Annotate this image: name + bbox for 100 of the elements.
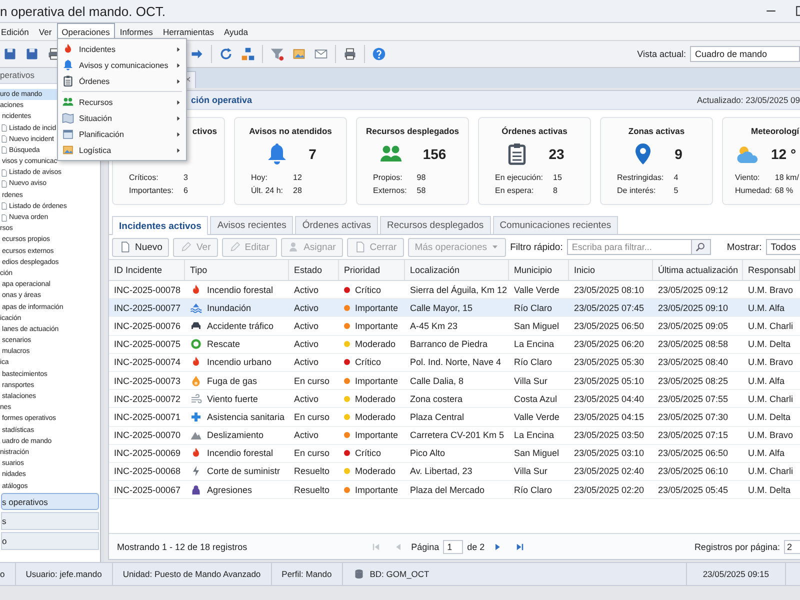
- tab[interactable]: Avisos recientes: [210, 216, 294, 234]
- table-cell-text: En curso: [293, 410, 331, 424]
- sidebar-section[interactable]: s: [1, 512, 99, 530]
- action-button[interactable]: Nuevo: [112, 238, 170, 256]
- tab[interactable]: Órdenes activas: [295, 216, 378, 234]
- menu-item[interactable]: Informes: [114, 23, 158, 40]
- filter-field[interactable]: Escriba para filtrar...: [566, 239, 691, 255]
- table-cell-text: INC-2025-00077: [113, 302, 182, 315]
- flame-drop-icon: [190, 374, 202, 387]
- table-cell-text: Barranco de Piedra: [409, 338, 489, 352]
- arrow-icon[interactable]: [190, 47, 204, 61]
- image-icon[interactable]: [292, 47, 306, 61]
- per-page-select[interactable]: 2: [784, 540, 800, 554]
- table-cell: Crítico: [355, 357, 382, 368]
- column-header[interactable]: Municipio: [509, 260, 569, 280]
- card-value: 156: [422, 146, 446, 162]
- mail-icon[interactable]: [314, 47, 328, 61]
- page-field[interactable]: 1: [443, 540, 464, 554]
- table-cell-text: 23/05/2025 08:25: [657, 374, 730, 388]
- table-row[interactable]: INC-2025-00069 Incendio forestal En curso Crítico Pico Alto San Miguel 23/05/2025 03:10 23/05/2025 06:50 U.M. Alfa: [109, 444, 800, 463]
- table-row[interactable]: INC-2025-00067 Agresiones Resuelto Importante Plaza del Mercado Río Claro 23/05/2025 02:20 23/05/2025 05:45 U.M. Delta: [109, 481, 800, 500]
- table-cell-text: 23/05/2025 07:55: [657, 392, 730, 406]
- column-header[interactable]: Inicio: [569, 260, 653, 280]
- printer-icon[interactable]: [343, 47, 357, 61]
- person-icon: [190, 484, 202, 496]
- table-cell-text: En curso: [293, 374, 331, 388]
- table-row[interactable]: INC-2025-00076 Accidente tráfico Activo Importante A-45 Km 23 San Miguel 23/05/2025 06:50 23/05/2025 09:05 U.M. Charli: [109, 317, 800, 336]
- menu-entry[interactable]: Logística: [58, 142, 186, 158]
- table-cell-text: 23/05/2025 09:10: [657, 302, 730, 315]
- table-cell: Moderado: [355, 412, 396, 422]
- stat-value: 5: [674, 186, 678, 195]
- menu-entry[interactable]: Incidentes: [58, 41, 186, 57]
- page-label: Página: [411, 542, 440, 552]
- table-cell-text: San Miguel: [513, 320, 560, 333]
- table-cell: Moderado: [355, 394, 396, 404]
- person-icon: [288, 241, 300, 253]
- table-cell-text: Río Claro: [513, 356, 554, 370]
- document-icon: [119, 241, 131, 253]
- filter-icon[interactable]: [270, 47, 284, 61]
- sidebar-section[interactable]: o: [1, 532, 99, 550]
- menu-item[interactable]: Ayuda: [218, 23, 253, 40]
- caret-right-icon: [175, 78, 182, 84]
- stat-label: Humedad:: [735, 186, 772, 195]
- tab[interactable]: Recursos desplegados: [380, 216, 491, 234]
- column-header[interactable]: Tipo: [185, 260, 289, 280]
- table-cell-text: INC-2025-00075: [113, 338, 182, 352]
- save-icon[interactable]: [3, 47, 17, 61]
- table-cell-text: U.M. Alfa: [747, 374, 786, 388]
- table-cell: Incendio forestal: [207, 284, 274, 295]
- table-row[interactable]: INC-2025-00077 Inundación Activo Importante Calle Mayor, 15 Río Claro 23/05/2025 07:45 23/05/2025 09:10 U.M. Alfa: [109, 299, 800, 318]
- network-icon[interactable]: [241, 47, 255, 61]
- table-row[interactable]: INC-2025-00075 Rescate Activo Moderado Barranco de Piedra La Encina 23/05/2025 06:20 23/05/2025 08:58 U.M. Delta: [109, 336, 800, 354]
- stat-value: 58: [416, 186, 426, 195]
- table-cell-text: Plaza Central: [409, 410, 466, 424]
- flood-icon: [190, 302, 202, 314]
- column-header[interactable]: Prioridad: [339, 260, 405, 280]
- card-title: Recursos desplegados: [366, 126, 460, 136]
- tab[interactable]: Incidentes activos: [112, 216, 208, 235]
- table-cell-text: INC-2025-00078: [113, 284, 182, 297]
- table-row[interactable]: INC-2025-00070 Deslizamiento Activo Importante Carretera CV-201 Km 5 La Encina 23/05/2025 03:50 23/05/2025 07:15 U.M. Bravo: [109, 426, 800, 445]
- table-cell: Importante: [355, 320, 398, 331]
- column-header[interactable]: Última actualización: [653, 260, 743, 280]
- column-header[interactable]: Responsabl: [743, 260, 800, 280]
- tab[interactable]: Comunicaciones recientes: [492, 216, 618, 234]
- pencil-icon: [228, 241, 241, 253]
- table-row[interactable]: INC-2025-00068 Corte de suministr Resuelto Moderado Av. Libertad, 23 Villa Sur 23/05/2025 02:40 23/05/2025 06:10 U.M. Charli: [109, 462, 800, 482]
- sidebar-section[interactable]: s operativos: [1, 492, 99, 510]
- column-header[interactable]: Localización: [405, 260, 509, 280]
- menu-entry[interactable]: Planificación: [58, 126, 186, 142]
- table-cell: Fuga de gas: [207, 376, 258, 386]
- view-select[interactable]: Cuadro de mando: [690, 46, 800, 62]
- search-button[interactable]: [690, 239, 711, 255]
- menu-item[interactable]: Edición: [0, 23, 34, 40]
- table-row[interactable]: INC-2025-00072 Viento fuerte Activo Moderado Zona costera Costa Azul 23/05/2025 04:40 23/05/2025 07:55 U.M. Charli: [109, 390, 800, 408]
- table-cell: Incendio urbano: [207, 357, 272, 368]
- fire-icon: [62, 43, 74, 55]
- menu-item[interactable]: Herramientas: [158, 23, 219, 40]
- table-cell: Importante: [355, 430, 398, 440]
- table-row[interactable]: INC-2025-00074 Incendio urbano Activo Crítico Pol. Ind. Norte, Nave 4 Río Claro 23/05/2025 05:30 23/05/2025 08:40 U.M. Bravo: [109, 354, 800, 372]
- stat-value: 3: [183, 173, 188, 182]
- table-row[interactable]: INC-2025-00073 Fuga de gas En curso Importante Calle Dalia, 8 Villa Sur 23/05/2025 05:10 23/05/2025 08:25 U.M. Alfa: [109, 372, 800, 390]
- table-cell-text: U.M. Delta: [747, 338, 792, 352]
- menu-item[interactable]: Ver: [34, 23, 57, 40]
- table-cell-text: Resuelto: [293, 465, 331, 478]
- stat-label: Restringidas:: [617, 173, 664, 182]
- save-icon[interactable]: [25, 47, 39, 61]
- search-icon: [695, 242, 706, 252]
- table-row[interactable]: INC-2025-00071 Asistencia sanitaria En curso Moderado Plaza Central Valle Verde 23/05/2025 04:15 23/05/2025 07:30 U.M. Delta: [109, 408, 800, 426]
- table-cell-text: 23/05/2025 08:10: [573, 284, 646, 297]
- column-header[interactable]: ID Incidente: [109, 260, 185, 280]
- caret-down-icon: [491, 243, 500, 251]
- table-cell-text: INC-2025-00073: [113, 374, 182, 388]
- lifebuoy-icon: [190, 338, 202, 350]
- show-select[interactable]: Todos: [766, 239, 800, 255]
- first-page-icon: [371, 542, 382, 552]
- help-icon[interactable]: [372, 47, 386, 61]
- refresh-icon[interactable]: [219, 47, 233, 61]
- menu-entry[interactable]: Situación: [58, 110, 186, 126]
- column-header[interactable]: Estado: [289, 260, 339, 280]
- stat-value: 4: [674, 173, 678, 182]
